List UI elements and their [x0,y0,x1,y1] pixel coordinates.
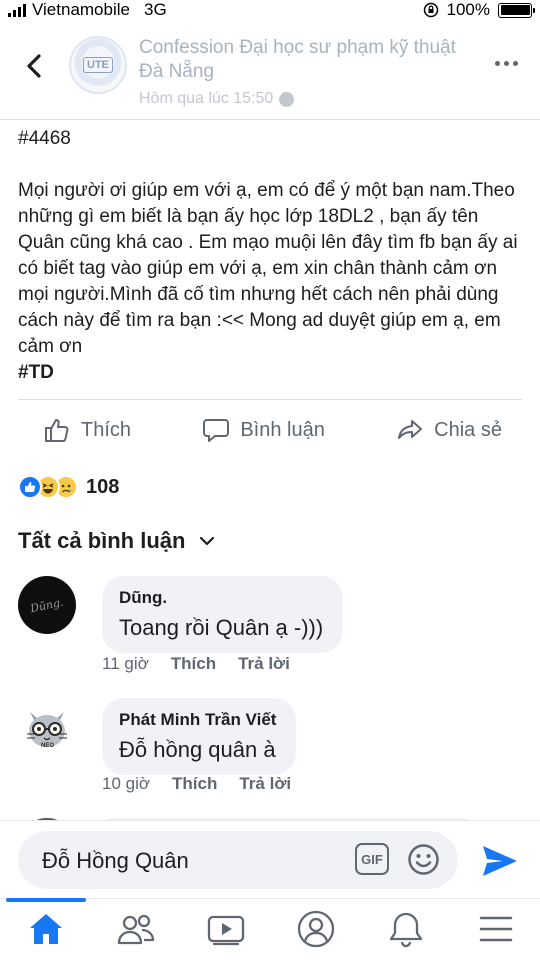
gif-button[interactable]: GIF [355,843,389,875]
tab-friends[interactable] [114,909,158,949]
post-content: #4468 Mọi người ơi giúp em với ạ, em có … [18,126,518,386]
comment-bubble[interactable]: Phát Minh Trần Viết Đỗ hồng quân à [102,698,297,775]
tab-watch[interactable] [204,909,248,949]
comment-time: 11 giờ [102,654,149,673]
comment-input[interactable]: Đỗ Hồng Quân GIF [18,831,458,889]
post-hashtag[interactable]: #TD [18,360,518,386]
reaction-count: 108 [86,475,120,498]
emoji-icon[interactable] [407,843,440,876]
more-options-icon[interactable] [495,61,518,66]
gif-label: GIF [361,851,383,867]
post-time-text: Hôm qua lúc 15:50 [139,90,274,107]
comments-filter-label: Tất cả bình luận [18,528,186,553]
post-header: UTE Confession Đại học sư phạm kỹ thuật … [0,28,540,120]
carrier-name: Vietnamobile [32,0,130,19]
tab-home[interactable] [24,909,68,949]
home-icon [30,914,62,944]
comment-button[interactable]: Bình luận [202,416,325,444]
avatar-text: NEO [41,743,55,749]
comment-like-button[interactable]: Thích [171,654,216,674]
page-name[interactable]: Confession Đại học sư phạm kỹ thuật Đà N… [139,36,469,84]
orientation-lock-icon [423,2,438,18]
watch-icon [207,915,245,946]
reactions-summary[interactable]: 108 [18,474,119,500]
post-text: Mọi người ơi giúp em với ạ, em có để ý m… [18,180,518,357]
chevron-down-icon [200,536,215,546]
avatar-text: Dũng. [29,595,65,615]
active-tab-indicator [6,898,86,902]
commenter-name[interactable]: Phát Minh Trần Viết [119,710,276,730]
like-button[interactable]: Thích [43,416,131,444]
send-icon[interactable] [481,844,519,878]
commenter-avatar[interactable]: Dũng. [18,576,76,634]
back-icon[interactable] [20,48,50,84]
comment-bubble[interactable]: Dũng. Toang rồi Quân ạ -))) [102,576,344,653]
comment-reply-button[interactable]: Trả lời [239,774,291,794]
comment-text: Đỗ hồng quân à [119,737,276,762]
signal-icon [8,3,26,17]
battery-percent: 100% [446,0,490,19]
commenter-avatar[interactable]: NEO [18,698,76,756]
post-timestamp: Hôm qua lúc 15:50 [139,90,295,108]
comment-time: 10 giờ [102,774,151,793]
comment-reply-button[interactable]: Trả lời [238,654,290,674]
post-number: #4468 [18,128,71,149]
thumbs-up-icon [45,419,69,442]
comment-text: Toang rồi Quân ạ -))) [119,615,324,640]
comment-composer: Đỗ Hồng Quân GIF [0,820,540,898]
friends-icon [117,914,155,945]
notifications-icon [389,912,423,948]
comment-icon [203,419,230,442]
status-bar: Vietnamobile 3G 100% [0,0,540,22]
comment-input-text: Đỗ Hồng Quân [42,848,189,873]
profile-icon [297,910,335,948]
comment-label: Bình luận [240,418,325,441]
page-avatar[interactable]: UTE [69,36,127,94]
like-reaction-icon [18,475,42,499]
comments-filter[interactable]: Tất cả bình luận [18,528,215,554]
comment-meta: 11 giờ Thích Trả lời [102,654,290,674]
globe-icon [279,91,295,107]
share-label: Chia sẻ [434,418,502,441]
network-type: 3G [143,0,167,19]
battery-icon [498,2,535,18]
tab-notifications[interactable] [384,909,428,949]
tab-profile[interactable] [294,909,338,949]
menu-icon [479,916,513,942]
comment-meta: 10 giờ Thích Trả lời [102,774,291,794]
like-label: Thích [81,418,132,441]
bottom-tab-bar [0,898,540,961]
post-actions: Thích Bình luận Chia sẻ [18,399,522,460]
commenter-name[interactable]: Dũng. [119,588,323,608]
tab-menu[interactable] [474,909,518,949]
share-button[interactable]: Chia sẻ [396,416,502,444]
comment-like-button[interactable]: Thích [172,774,217,794]
page-avatar-label: UTE [83,57,113,73]
share-icon [398,420,423,439]
